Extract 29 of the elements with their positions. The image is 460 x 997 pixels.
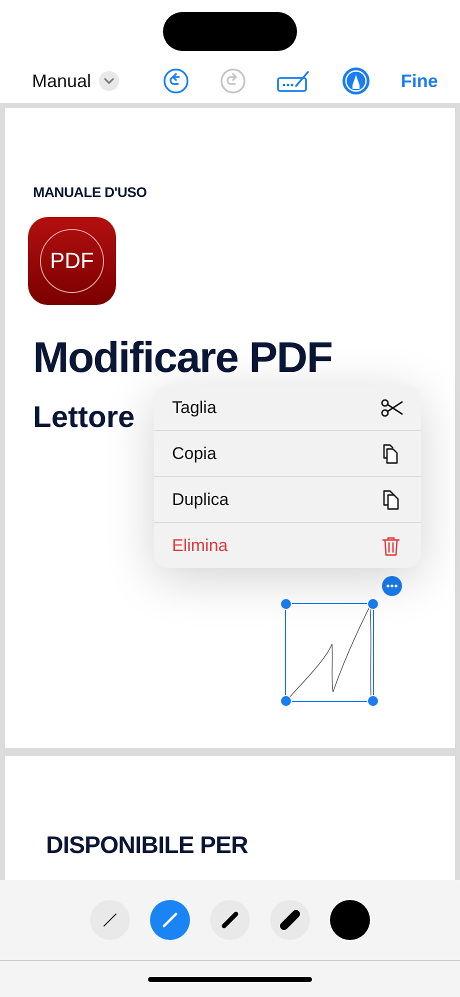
pen-width-button[interactable]	[210, 900, 250, 940]
ellipsis-icon	[386, 584, 398, 588]
resize-handle[interactable]	[367, 598, 379, 610]
menu-item[interactable]: Copia	[154, 430, 421, 476]
resize-handle[interactable]	[280, 695, 292, 707]
markup-pen-icon[interactable]	[342, 67, 370, 95]
menu-item[interactable]: Taglia	[154, 385, 421, 430]
menu-item[interactable]: Duplica	[154, 476, 421, 522]
pen-width-button[interactable]	[270, 900, 310, 940]
menu-item[interactable]: Elimina	[154, 522, 421, 568]
undo-icon[interactable]	[162, 68, 189, 94]
more-button[interactable]	[382, 576, 402, 596]
scissors-icon	[381, 398, 403, 418]
document-heading: DISPONIBILE PER	[45, 831, 249, 860]
done-button[interactable]: Fine	[400, 70, 438, 92]
app-icon: PDF	[28, 217, 116, 305]
line-icon	[280, 910, 300, 930]
document-heading: Modificare PDF	[33, 334, 332, 382]
line-icon	[160, 910, 180, 930]
color-swatch[interactable]	[330, 900, 370, 940]
line-icon	[220, 910, 240, 930]
resize-handle[interactable]	[280, 598, 292, 610]
document-subheading: Lettore	[33, 401, 135, 435]
chevron-button[interactable]	[99, 71, 120, 91]
resize-handle[interactable]	[367, 695, 379, 707]
section-label: MANUALE D'USO	[33, 184, 147, 200]
document-title: Manual	[32, 70, 92, 92]
chevron-icon	[104, 78, 114, 84]
signature-icon[interactable]	[276, 70, 311, 92]
